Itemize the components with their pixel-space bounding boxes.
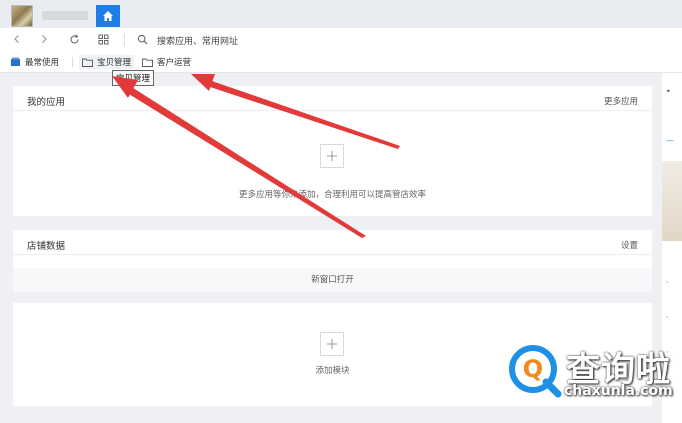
card-title: 我的应用 xyxy=(27,97,66,108)
bookmark-customer-operations[interactable]: 客户运营 xyxy=(142,55,191,69)
folder-icon xyxy=(142,58,153,67)
grid-icon[interactable] xyxy=(96,32,110,46)
bookmark-divider xyxy=(72,57,73,67)
bookmark-label: 宝贝管理 xyxy=(97,58,132,68)
folder-icon xyxy=(82,58,93,67)
bookmarks-bar: 最常使用 宝贝管理 客户运营 xyxy=(0,52,682,73)
my-apps-card: 我的应用 更多应用 更多应用等你来添加，合理利用可以提高管店效率 xyxy=(13,86,652,216)
home-icon xyxy=(103,11,113,21)
add-app-button[interactable] xyxy=(320,144,344,168)
refresh-icon[interactable] xyxy=(67,32,81,46)
toolbar-divider xyxy=(124,34,125,46)
right-panel-image xyxy=(662,161,682,241)
shop-data-card: 店铺数据 设置 新窗口打开 xyxy=(13,230,652,292)
plus-icon xyxy=(327,151,337,161)
forward-icon[interactable] xyxy=(37,32,51,46)
svg-text:Q: Q xyxy=(523,355,543,383)
watermark-url: chaxunla.com xyxy=(564,383,673,399)
more-apps-link[interactable]: 更多应用 xyxy=(604,95,638,107)
navigation-toolbar: 搜索应用、常用网址 xyxy=(0,28,682,52)
card-header: 我的应用 更多应用 xyxy=(13,86,652,111)
watermark: Q 查询啦 chaxunla.com xyxy=(508,340,676,406)
watermark-logo-icon: Q xyxy=(509,345,562,398)
add-module-button[interactable] xyxy=(320,332,344,356)
bookmark-label: 客户运营 xyxy=(157,58,192,68)
settings-link[interactable]: 设置 xyxy=(621,239,638,251)
back-icon[interactable] xyxy=(10,32,24,46)
username-blurred xyxy=(42,11,88,20)
plus-icon xyxy=(327,339,337,349)
empty-apps-hint: 更多应用等你来添加，合理利用可以提高管店效率 xyxy=(238,190,426,200)
right-panel-fragment: · xyxy=(666,278,669,287)
bookmark-label: 最常使用 xyxy=(25,58,60,68)
right-panel-fragment: · xyxy=(666,313,669,322)
bookmark-most-used[interactable]: 最常使用 xyxy=(10,55,59,69)
search-icon[interactable] xyxy=(135,32,149,46)
avatar[interactable] xyxy=(11,5,33,27)
stack-icon xyxy=(11,57,20,66)
bookmark-tooltip: 宝贝管理 xyxy=(112,70,155,86)
search-input[interactable]: 搜索应用、常用网址 xyxy=(157,34,238,47)
right-panel-fragment: — xyxy=(666,136,674,145)
home-tab-button[interactable] xyxy=(96,5,120,27)
card-title: 店铺数据 xyxy=(27,241,66,252)
card-header: 店铺数据 设置 xyxy=(13,230,652,255)
open-new-window-button[interactable]: 新窗口打开 xyxy=(13,268,652,292)
bookmark-item-management[interactable]: 宝贝管理 xyxy=(79,55,135,69)
title-bar xyxy=(0,0,682,28)
right-panel-fragment: • xyxy=(666,87,671,96)
